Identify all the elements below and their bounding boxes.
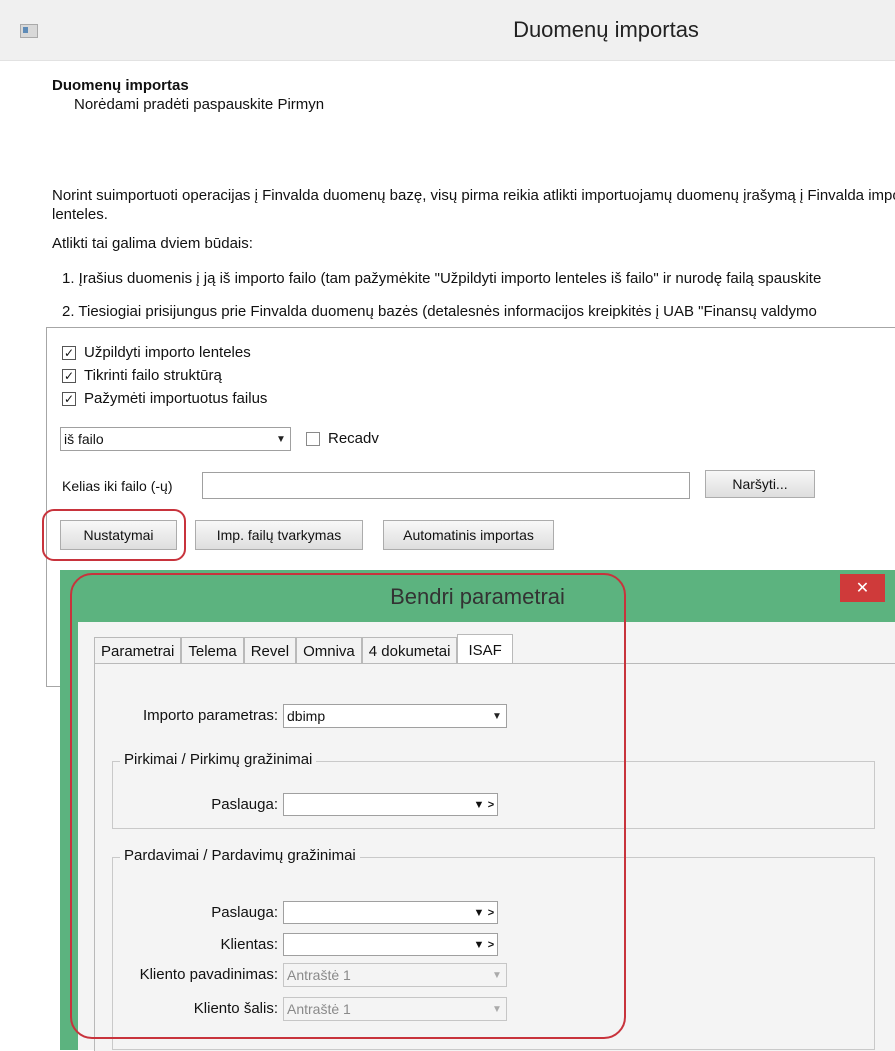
check-structure-checkbox[interactable]: ✓: [62, 368, 76, 383]
window-title: Duomenų importas: [513, 17, 699, 42]
intro-step-1: 1. Įrašius duomenis į ją iš importo fail…: [62, 270, 822, 287]
file-management-button[interactable]: Imp. failų tvarkymas: [195, 520, 363, 550]
settings-highlight: [42, 509, 186, 561]
intro-step-2: 2. Tiesiogiai prisijungus prie Finvalda …: [62, 303, 817, 320]
source-select-value: iš failo: [64, 431, 104, 447]
fill-tables-checkbox[interactable]: ✓: [62, 345, 76, 360]
header-subtitle: Norėdami pradėti paspauskite Pirmyn: [74, 96, 325, 113]
mark-imported-label: Pažymėti importuotus failus: [84, 390, 268, 407]
recadv-label: Recadv: [328, 430, 379, 447]
wizard-header: Duomenų importas Norėdami pradėti paspau…: [52, 77, 324, 113]
dialog-highlight: [70, 573, 626, 1039]
recadv-row[interactable]: ✓ Recadv: [306, 430, 379, 447]
intro-paragraph: Norint suimportuoti operacijas į Finvald…: [52, 186, 895, 224]
mark-imported-checkbox[interactable]: ✓: [62, 391, 76, 406]
intro-line-1: Norint suimportuoti operacijas į Finvald…: [52, 187, 895, 204]
intro-line-2: lenteles.: [52, 206, 108, 223]
chevron-down-icon[interactable]: ▼: [272, 428, 290, 450]
fill-tables-row[interactable]: ✓ Užpildyti importo lenteles: [62, 344, 251, 361]
browse-button[interactable]: Naršyti...: [705, 470, 815, 498]
mark-imported-row[interactable]: ✓ Pažymėti importuotus failus: [62, 390, 267, 407]
path-label: Kelias iki failo (-ų): [62, 478, 173, 494]
close-icon[interactable]: ✕: [840, 574, 885, 602]
fill-tables-label: Užpildyti importo lenteles: [84, 344, 251, 361]
header-title: Duomenų importas: [52, 77, 189, 94]
intro-ways: Atlikti tai galima dviem būdais:: [52, 235, 253, 252]
source-select[interactable]: iš failo ▼: [60, 427, 291, 451]
auto-import-button[interactable]: Automatinis importas: [383, 520, 554, 550]
check-structure-row[interactable]: ✓ Tikrinti failo struktūrą: [62, 367, 222, 384]
path-input[interactable]: [202, 472, 690, 499]
recadv-checkbox[interactable]: ✓: [306, 431, 320, 446]
check-structure-label: Tikrinti failo struktūrą: [84, 367, 222, 384]
